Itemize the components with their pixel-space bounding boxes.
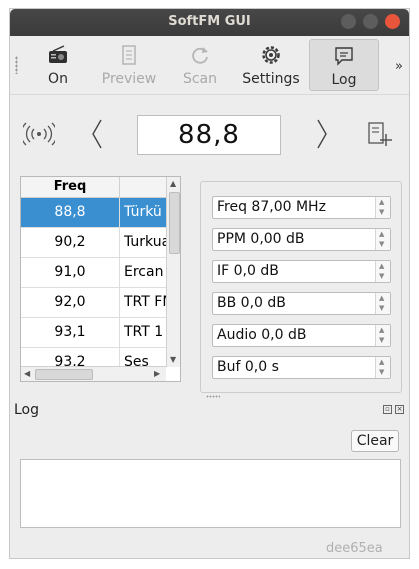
minimize-button[interactable] bbox=[341, 14, 356, 29]
cell-freq: 91,0 bbox=[21, 258, 120, 288]
scan-label: Scan bbox=[182, 71, 218, 87]
freq-spinbox[interactable]: Freq 87,00 MHz ▲ ▼ bbox=[212, 196, 391, 219]
table-row[interactable]: 91,0 Ercan bbox=[21, 258, 166, 288]
buf-value: Buf 0,0 s bbox=[217, 359, 279, 375]
dock-close-icon[interactable]: × bbox=[395, 405, 404, 414]
on-label: On bbox=[48, 71, 68, 87]
ppm-value: PPM 0,00 dB bbox=[217, 231, 305, 247]
spin-buttons[interactable]: ▲ ▼ bbox=[375, 229, 390, 250]
scroll-right-arrow-icon[interactable]: ▶ bbox=[154, 369, 160, 378]
station-table[interactable]: Freq 88,8 Türkü 90,2 Turkua 91,0 Ercan 9… bbox=[20, 176, 181, 382]
broadcast-icon[interactable] bbox=[23, 122, 55, 146]
preview-button[interactable]: Preview bbox=[94, 39, 164, 91]
vertical-scroll-thumb[interactable] bbox=[169, 192, 180, 254]
spin-buttons[interactable]: ▲ ▼ bbox=[375, 261, 390, 282]
freq-value: Freq 87,00 MHz bbox=[217, 199, 326, 215]
log-dock-title: Log bbox=[14, 402, 40, 418]
cell-freq: 93,1 bbox=[21, 318, 120, 348]
toolbar-grip[interactable] bbox=[15, 56, 18, 74]
status-group: Freq 87,00 MHz ▲ ▼ PPM 0,00 dB ▲ ▼ IF 0,0 … bbox=[200, 181, 402, 393]
table-row[interactable]: 92,0 TRT FM bbox=[21, 288, 166, 318]
dock-float-icon[interactable]: ▫ bbox=[383, 405, 392, 414]
cell-name: TRT 1 bbox=[124, 324, 164, 340]
prev-frequency-button[interactable] bbox=[90, 118, 104, 150]
bb-spinbox[interactable]: BB 0,0 dB ▲ ▼ bbox=[212, 292, 391, 315]
cell-freq: 88,8 bbox=[21, 198, 120, 228]
preview-icon bbox=[122, 45, 136, 65]
if-spinbox[interactable]: IF 0,0 dB ▲ ▼ bbox=[212, 260, 391, 283]
title-bar[interactable]: SoftFM GUI bbox=[10, 9, 409, 36]
spin-buttons[interactable]: ▲ ▼ bbox=[375, 197, 390, 218]
close-button[interactable] bbox=[385, 14, 400, 29]
log-text-area[interactable] bbox=[20, 459, 401, 528]
toolbar-overflow-button[interactable]: » bbox=[395, 59, 403, 74]
scroll-left-arrow-icon[interactable]: ◀ bbox=[24, 369, 30, 378]
next-frequency-button[interactable] bbox=[315, 118, 329, 150]
preview-label: Preview bbox=[101, 71, 157, 87]
message-icon bbox=[335, 47, 353, 66]
main-window: SoftFM GUI On Preview Scan Settings Log … bbox=[9, 8, 410, 559]
bb-value: BB 0,0 dB bbox=[217, 295, 286, 311]
splitter-handle[interactable] bbox=[206, 395, 220, 398]
ppm-spinbox[interactable]: PPM 0,00 dB ▲ ▼ bbox=[212, 228, 391, 251]
toolbar: On Preview Scan Settings Log » bbox=[10, 36, 409, 95]
scan-button[interactable]: Scan bbox=[165, 39, 235, 91]
table-row[interactable]: 90,2 Turkua bbox=[21, 228, 166, 258]
version-label: dee65ea bbox=[326, 541, 383, 556]
settings-label: Settings bbox=[242, 71, 300, 87]
spin-buttons[interactable]: ▲ ▼ bbox=[375, 325, 390, 346]
log-button[interactable]: Log bbox=[309, 39, 379, 91]
table-header: Freq bbox=[21, 177, 166, 198]
if-value: IF 0,0 dB bbox=[217, 263, 279, 279]
spin-buttons[interactable]: ▲ ▼ bbox=[375, 357, 390, 378]
gear-icon bbox=[262, 46, 280, 64]
spin-buttons[interactable]: ▲ ▼ bbox=[375, 293, 390, 314]
vertical-scrollbar[interactable]: ▲ ▼ bbox=[166, 177, 180, 367]
cell-name: TRT FM bbox=[124, 294, 166, 310]
refresh-icon bbox=[192, 47, 208, 64]
buf-spinbox[interactable]: Buf 0,0 s ▲ ▼ bbox=[212, 356, 391, 379]
horizontal-scrollbar[interactable]: ◀ ▶ bbox=[21, 366, 166, 381]
radio-icon bbox=[49, 45, 67, 63]
scroll-down-arrow-icon[interactable]: ▼ bbox=[170, 355, 176, 364]
freq-column-header[interactable]: Freq bbox=[21, 177, 120, 197]
settings-button[interactable]: Settings bbox=[236, 39, 306, 91]
frequency-display: 88,8 bbox=[137, 115, 281, 155]
clear-button[interactable]: Clear bbox=[351, 430, 399, 452]
audio-spinbox[interactable]: Audio 0,0 dB ▲ ▼ bbox=[212, 324, 391, 347]
maximize-button[interactable] bbox=[363, 14, 378, 29]
table-row[interactable]: 88,8 Türkü bbox=[21, 198, 166, 228]
cell-name: Türkü bbox=[124, 204, 162, 220]
cell-name: Turkua bbox=[124, 234, 166, 250]
cell-freq: 90,2 bbox=[21, 228, 120, 258]
add-bookmark-icon[interactable] bbox=[366, 120, 394, 148]
horizontal-scroll-thumb[interactable] bbox=[35, 369, 93, 380]
cell-name: Ercan bbox=[124, 264, 164, 280]
scroll-up-arrow-icon[interactable]: ▲ bbox=[170, 179, 176, 188]
audio-value: Audio 0,0 dB bbox=[217, 327, 307, 343]
on-button[interactable]: On bbox=[23, 39, 93, 91]
table-row[interactable]: 93,1 TRT 1 bbox=[21, 318, 166, 348]
log-label: Log bbox=[331, 72, 357, 88]
cell-freq: 92,0 bbox=[21, 288, 120, 318]
